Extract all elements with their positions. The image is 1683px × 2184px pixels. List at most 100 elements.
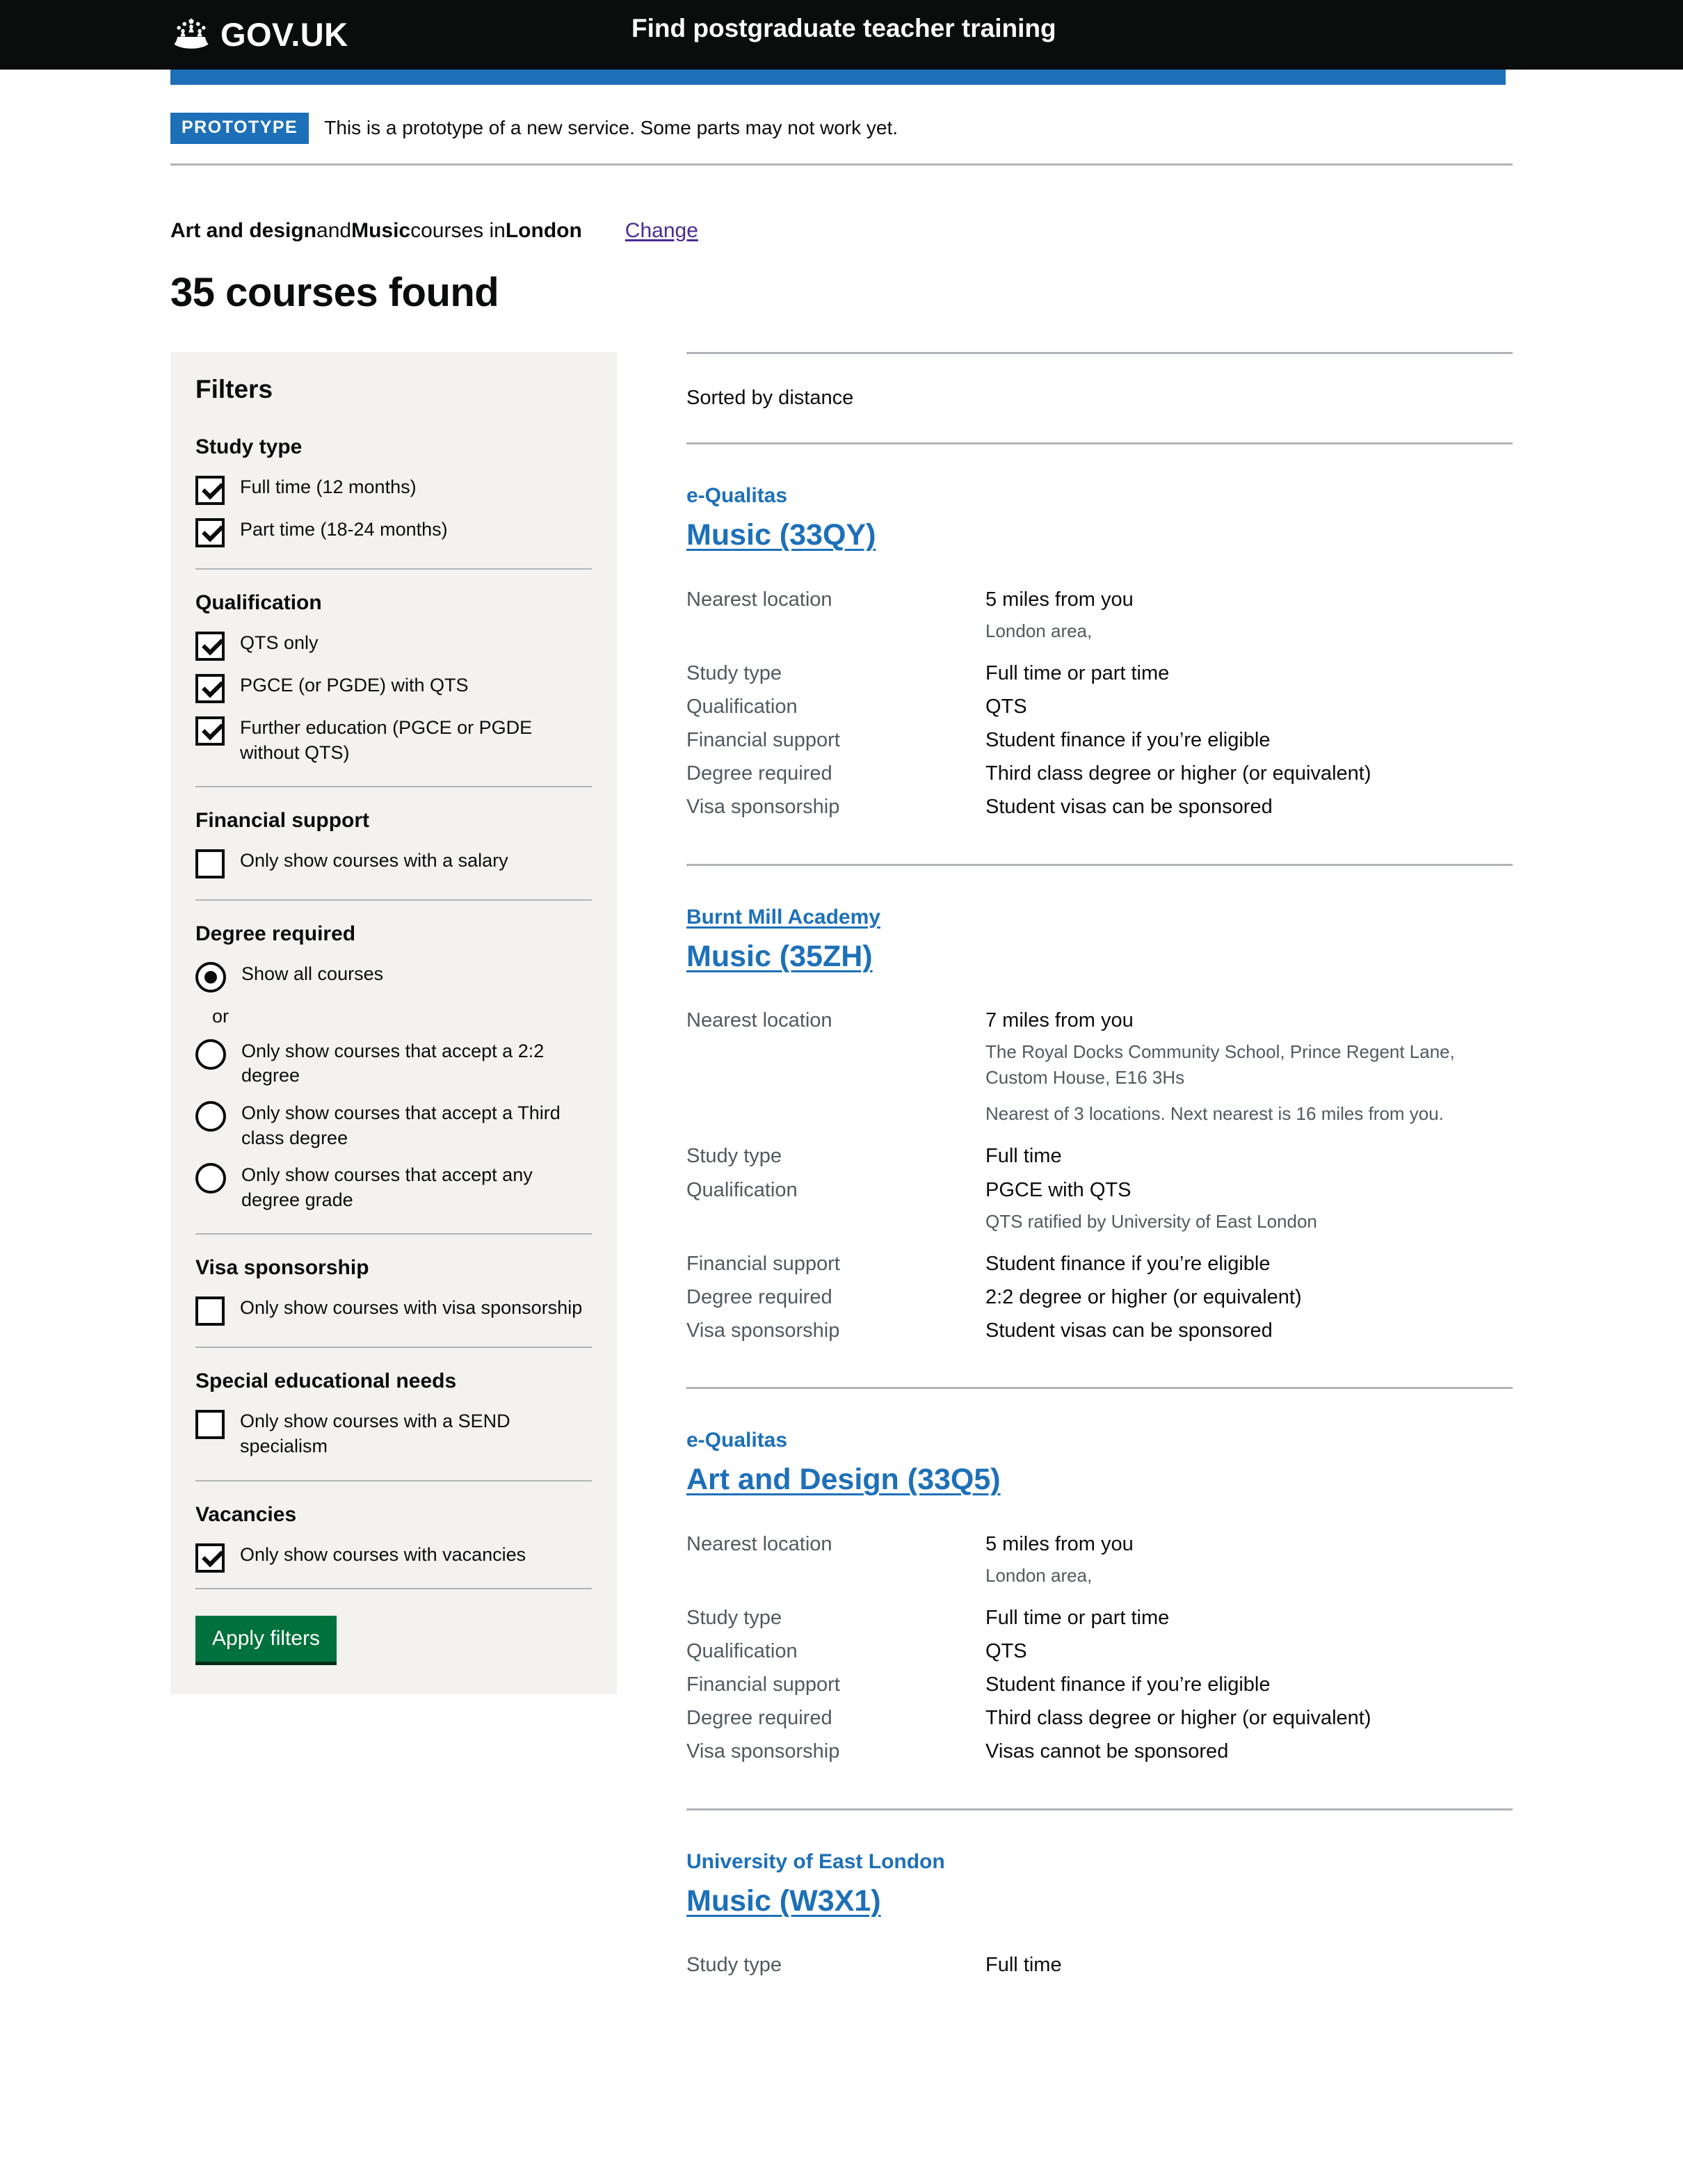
radio-option-22-degree[interactable]: Only show courses that accept a 2:2 degr… [195, 1038, 592, 1089]
detail-value: QTS [985, 1640, 1027, 1663]
filter-group-financial-support: Financial support Only show courses with… [195, 786, 592, 899]
filters-heading: Filters [195, 375, 273, 404]
checkbox-option-further-education[interactable]: Further education (PGCE or PGDE without … [195, 716, 592, 765]
detail-value: Student visas can be sponsored [985, 796, 1273, 819]
course-title-link[interactable]: Music (35ZH) [686, 938, 873, 976]
detail-sub-address: London area, [985, 1564, 1093, 1586]
detail-label: Degree required [686, 1286, 832, 1309]
filter-group-degree-required: Degree required Show all courses or Only… [195, 899, 592, 1233]
provider-link[interactable]: University of East London [686, 1849, 1513, 1874]
course-details: Nearest location 5 miles from you London… [686, 1529, 1513, 1767]
checkbox-option-send-specialism[interactable]: Only show courses with a SEND specialism [195, 1409, 592, 1459]
course-title-link[interactable]: Music (33QY) [686, 517, 876, 554]
checkbox-icon[interactable] [195, 1410, 225, 1440]
checkbox-option-part-time[interactable]: Part time (18-24 months) [195, 517, 592, 547]
filter-legend-qualification: Qualification [195, 591, 322, 614]
detail-value: Full time [985, 1954, 1062, 1977]
filter-legend-vacancies: Vacancies [195, 1502, 297, 1526]
govuk-header: GOV.UK Find postgraduate teacher trainin… [0, 0, 1683, 70]
radio-option-third-class-degree[interactable]: Only show courses that accept a Third cl… [195, 1100, 592, 1150]
detail-row-degree-required: Degree required Third class degree or hi… [686, 759, 1513, 788]
radio-icon[interactable] [195, 1100, 226, 1132]
detail-value: QTS [985, 696, 1027, 718]
option-label: Part time (18-24 months) [240, 518, 448, 540]
govuk-logo-link[interactable]: GOV.UK [170, 17, 348, 53]
provider-link[interactable]: e-Qualitas [686, 483, 1513, 508]
checkbox-icon[interactable] [195, 1543, 225, 1573]
detail-value: Student finance if you’re eligible [985, 1673, 1271, 1696]
detail-value: Visas cannot be sponsored [985, 1740, 1229, 1763]
checkbox-icon[interactable] [195, 631, 225, 661]
checkbox-option-pgce-with-qts[interactable]: PGCE (or PGDE) with QTS [195, 673, 592, 703]
apply-filters-button[interactable]: Apply filters [195, 1615, 337, 1665]
checkbox-icon[interactable] [195, 849, 225, 879]
govuk-logotype-text: GOV.UK [220, 15, 348, 53]
course-title-link[interactable]: Art and Design (33Q5) [686, 1461, 1001, 1499]
radio-icon[interactable] [195, 962, 226, 993]
detail-row-financial-support: Financial support Student finance if you… [686, 725, 1513, 755]
radio-option-any-degree-grade[interactable]: Only show courses that accept any degree… [195, 1163, 592, 1212]
detail-row-nearest-location: Nearest location 5 miles from you London… [686, 1529, 1513, 1588]
detail-label: Qualification [686, 1640, 798, 1663]
detail-label: Study type [686, 1954, 782, 1977]
detail-row-degree-required: Degree required Third class degree or hi… [686, 1703, 1513, 1733]
checkbox-icon[interactable] [195, 1296, 225, 1326]
detail-row-qualification: Qualification PGCE with QTS QTS ratified… [686, 1175, 1513, 1234]
filter-legend-financial-support: Financial support [195, 809, 370, 833]
option-label: Only show courses with a salary [240, 850, 508, 872]
checkbox-icon[interactable] [195, 517, 225, 547]
provider-link[interactable]: Burnt Mill Academy [686, 905, 1513, 930]
summary-location: London [505, 218, 582, 242]
detail-row-visa-sponsorship: Visa sponsorship Visas cannot be sponsor… [686, 1737, 1513, 1766]
radio-icon[interactable] [195, 1163, 226, 1194]
crown-icon [170, 17, 212, 53]
detail-label: Study type [686, 662, 782, 685]
option-label: Only show courses with visa sponsorship [240, 1297, 583, 1319]
checkbox-option-salary[interactable]: Only show courses with a salary [195, 849, 592, 879]
checkbox-icon[interactable] [195, 673, 225, 703]
detail-sub-qts-ratified: QTS ratified by University of East Londo… [985, 1210, 1317, 1232]
provider-link[interactable]: e-Qualitas [686, 1428, 1513, 1453]
service-name-link[interactable]: Find postgraduate teacher training [631, 14, 1056, 43]
checkbox-option-vacancies[interactable]: Only show courses with vacancies [195, 1543, 592, 1573]
detail-value: 5 miles from you [985, 1532, 1134, 1555]
checkbox-option-full-time[interactable]: Full time (12 months) [195, 475, 592, 505]
detail-row-visa-sponsorship: Visa sponsorship Student visas can be sp… [686, 792, 1513, 821]
filter-group-study-type: Study type Full time (12 months) Part ti… [195, 435, 592, 568]
radio-or-divider: or [212, 1006, 230, 1027]
page-title: 35 courses found [170, 269, 499, 315]
detail-label: Study type [686, 1145, 782, 1168]
option-label: QTS only [240, 632, 319, 653]
detail-label: Nearest location [686, 588, 832, 611]
detail-row-qualification: Qualification QTS [686, 1637, 1513, 1666]
radio-icon[interactable] [195, 1038, 226, 1070]
detail-label: Financial support [686, 1252, 840, 1275]
detail-value: Full time or part time [985, 662, 1170, 685]
checkbox-icon[interactable] [195, 716, 225, 746]
checkbox-icon[interactable] [195, 475, 225, 505]
detail-row-degree-required: Degree required 2:2 degree or higher (or… [686, 1283, 1513, 1312]
radio-option-show-all[interactable]: Show all courses [195, 962, 592, 993]
detail-row-visa-sponsorship: Visa sponsorship Student visas can be sp… [686, 1316, 1513, 1345]
summary-subject-one: Art and design [170, 218, 317, 242]
detail-label: Degree required [686, 1707, 832, 1730]
course-title-link[interactable]: Music (W3X1) [686, 1883, 881, 1920]
change-search-link[interactable]: Change [625, 217, 698, 244]
phase-banner: PROTOTYPE This is a prototype of a new s… [170, 85, 1513, 166]
option-label: PGCE (or PGDE) with QTS [240, 674, 469, 696]
filter-group-special-educational-needs: Special educational needs Only show cour… [195, 1347, 592, 1479]
sort-text: Sorted by distance [686, 387, 854, 410]
option-label: Only show courses that accept a 2:2 degr… [241, 1040, 545, 1086]
detail-label: Qualification [686, 1178, 798, 1201]
course-card: e-Qualitas Art and Design (33Q5) Nearest… [686, 1389, 1513, 1810]
search-summary: Art and design and Music courses in Lond… [170, 217, 1513, 244]
checkbox-option-visa-sponsorship[interactable]: Only show courses with visa sponsorship [195, 1296, 592, 1326]
detail-label: Nearest location [686, 1532, 832, 1555]
checkbox-option-qts-only[interactable]: QTS only [195, 631, 592, 661]
filters-column: Filters Study type Full time (12 months)… [170, 352, 617, 1694]
detail-sub-other-locations: Nearest of 3 locations. Next nearest is … [985, 1103, 1444, 1125]
option-label: Full time (12 months) [240, 476, 417, 497]
filter-legend-visa-sponsorship: Visa sponsorship [195, 1256, 369, 1280]
detail-value: Third class degree or higher (or equival… [985, 762, 1371, 785]
detail-value: 7 miles from you [985, 1009, 1134, 1032]
